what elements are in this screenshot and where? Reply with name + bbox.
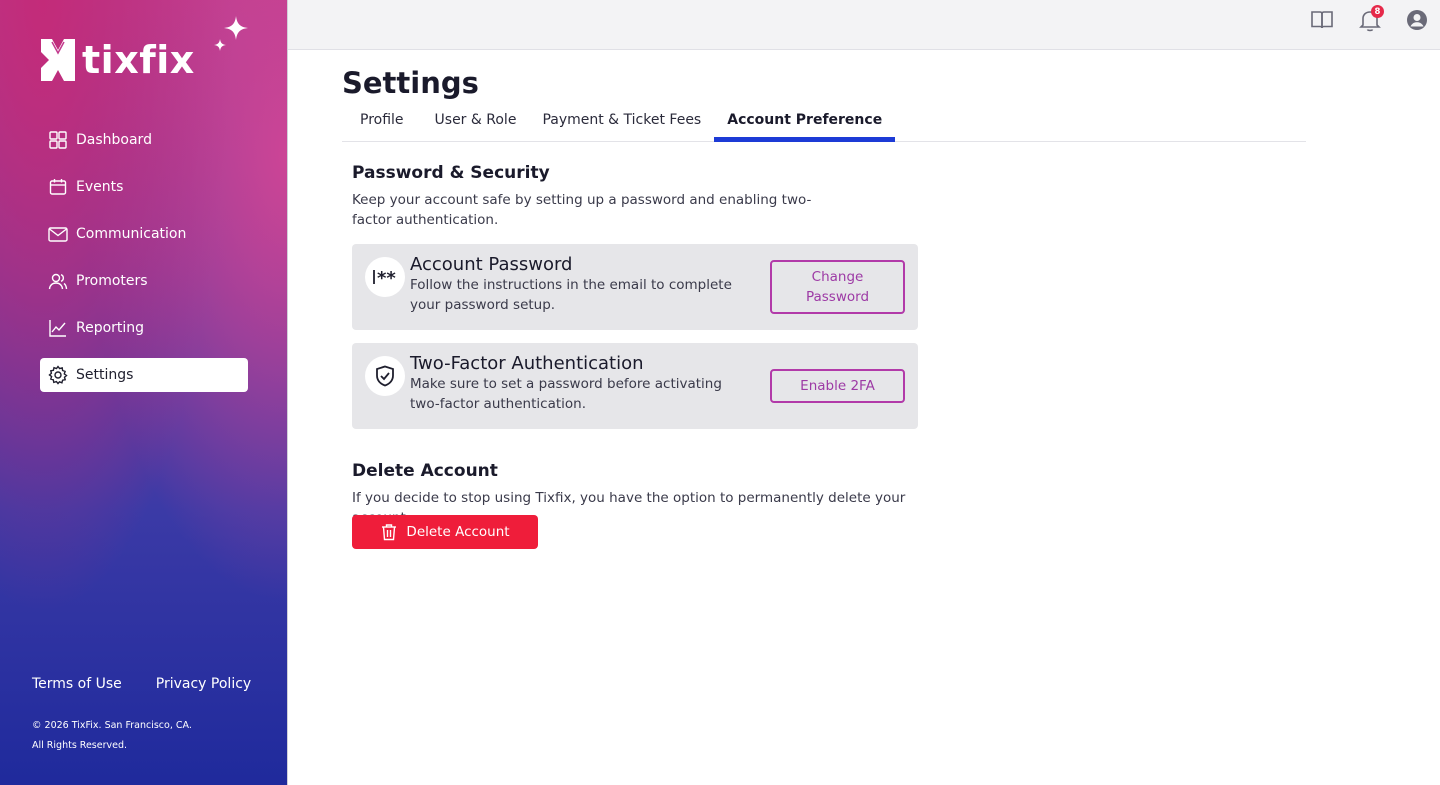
sparkle-icon [214, 16, 248, 51]
sidebar-item-dashboard[interactable]: Dashboard [40, 123, 248, 157]
settings-tabs: Profile User & Role Payment & Ticket Fee… [342, 104, 1306, 142]
terms-link[interactable]: Terms of Use [32, 676, 122, 692]
sidebar-item-reporting[interactable]: Reporting [40, 311, 248, 345]
security-section-title: Password & Security [352, 163, 550, 183]
security-section-description: Keep your account safe by setting up a p… [352, 192, 812, 228]
copyright-line: © 2026 TixFix. San Francisco, CA. [32, 720, 192, 731]
trash-icon [382, 524, 397, 541]
delete-account-label: Delete Account [406, 524, 510, 540]
privacy-link[interactable]: Privacy Policy [156, 676, 251, 692]
copyright: © 2026 TixFix. San Francisco, CA. All Ri… [32, 716, 192, 756]
mail-icon [48, 227, 68, 242]
sidebar-item-label: Promoters [76, 273, 148, 289]
account-password-description: Follow the instructions in the email to … [410, 277, 732, 313]
delete-account-button[interactable]: Delete Account [352, 515, 538, 549]
sidebar-item-events[interactable]: Events [40, 170, 248, 204]
two-factor-title: Two-Factor Authentication [410, 353, 644, 374]
svg-text:**: ** [377, 268, 396, 287]
footer-links: Terms of Use Privacy Policy [32, 676, 251, 692]
enable-2fa-button[interactable]: Enable 2FA [770, 369, 905, 403]
sidebar-item-label: Communication [76, 226, 187, 242]
shield-check-icon [376, 365, 394, 387]
page-title: Settings [342, 66, 479, 100]
sidebar-item-communication[interactable]: Communication [40, 217, 248, 251]
tab-account-preference[interactable]: Account Preference [714, 104, 896, 142]
two-factor-card: Two-Factor Authentication Make sure to s… [352, 343, 918, 429]
delete-section-title: Delete Account [352, 461, 498, 481]
change-password-button[interactable]: Change Password [770, 260, 905, 314]
sidebar-item-label: Dashboard [76, 132, 152, 148]
sidebar-item-label: Events [76, 179, 124, 195]
user-icon[interactable] [1404, 7, 1430, 33]
sidebar: tixfix Dashboard Events Communication Pr… [0, 0, 288, 785]
gear-icon [48, 365, 68, 385]
logo[interactable]: tixfix [40, 38, 195, 82]
two-factor-description: Make sure to set a password before activ… [410, 376, 722, 412]
password-icon: ** [365, 257, 405, 297]
dashboard-icon [49, 131, 67, 149]
sidebar-item-label: Reporting [76, 320, 145, 336]
logo-text: tixfix [82, 38, 195, 82]
tab-payment-ticket-fees[interactable]: Payment & Ticket Fees [529, 104, 714, 141]
shield-check-icon-wrap [365, 356, 405, 396]
notification-badge: 8 [1371, 5, 1384, 18]
account-password-card: ** Account Password Follow the instructi… [352, 244, 918, 330]
book-icon[interactable] [1309, 7, 1335, 33]
users-icon [48, 273, 68, 290]
sidebar-item-label: Settings [76, 367, 134, 383]
calendar-icon [49, 179, 67, 195]
chart-icon [49, 320, 66, 337]
account-password-title: Account Password [410, 254, 573, 275]
logo-mark-icon [41, 39, 75, 81]
sidebar-item-settings[interactable]: Settings [40, 358, 248, 392]
sidebar-nav: Dashboard Events Communication Promoters [40, 123, 248, 405]
password-glyph-icon: ** [373, 268, 396, 287]
tab-profile[interactable]: Profile [342, 104, 422, 141]
tab-user-role[interactable]: User & Role [422, 104, 530, 141]
topbar [288, 0, 1440, 50]
copyright-line: All Rights Reserved. [32, 740, 128, 751]
sidebar-item-promoters[interactable]: Promoters [40, 264, 248, 298]
